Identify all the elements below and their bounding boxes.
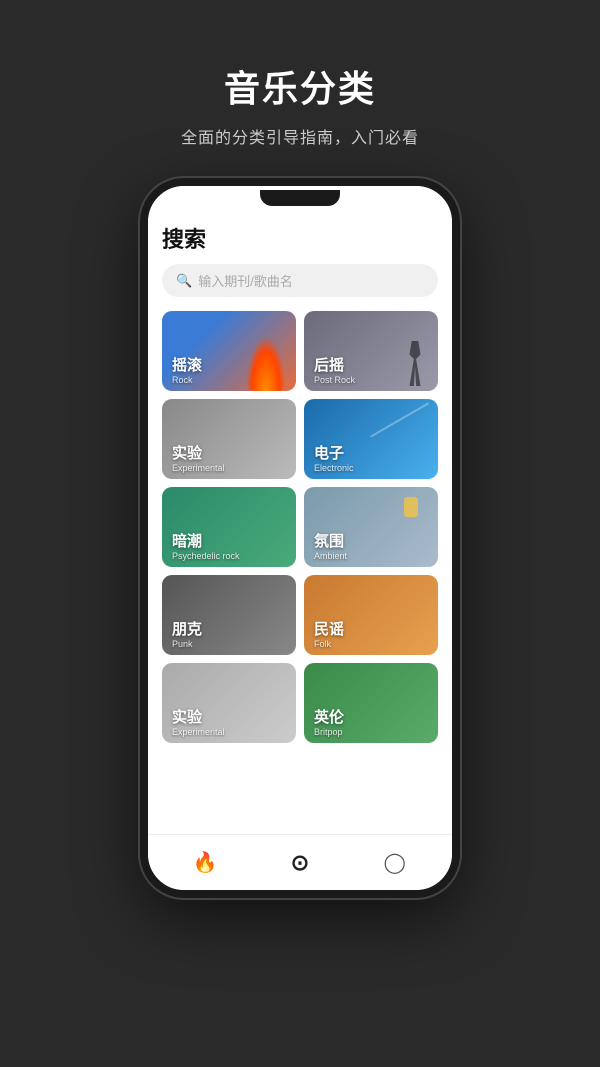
card-chinese-folk: 民谣 <box>314 621 344 639</box>
decorative-line <box>370 402 429 437</box>
card-chinese-ambient: 氛围 <box>314 533 347 551</box>
card-chinese-postrock: 后摇 <box>314 357 355 375</box>
genre-card-postrock[interactable]: 后摇Post Rock <box>304 311 438 391</box>
card-text-ambient: 氛围Ambient <box>314 533 347 561</box>
flame-decoration <box>246 336 286 391</box>
genre-grid: 摇滚Rock后摇Post Rock实验Experimental电子Electro… <box>162 311 438 753</box>
genre-card-experimental2[interactable]: 实验Experimental <box>162 663 296 743</box>
card-english-punk: Punk <box>172 639 202 649</box>
home-icon: 🔥 <box>193 850 218 875</box>
card-text-electronic: 电子Electronic <box>314 445 354 473</box>
card-text-rock: 摇滚Rock <box>172 357 202 385</box>
search-nav-icon: ⊙ <box>291 850 309 876</box>
genre-card-punk[interactable]: 朋克Punk <box>162 575 296 655</box>
card-chinese-experimental: 实验 <box>172 445 225 463</box>
nav-home[interactable]: 🔥 <box>180 843 230 883</box>
page-header: 音乐分类 全面的分类引导指南，入门必看 <box>161 0 439 178</box>
card-english-electronic: Electronic <box>314 463 354 473</box>
lantern-decoration <box>404 497 418 517</box>
phone-screen: 搜索 🔍 输入期刊/歌曲名 摇滚Rock后摇Post Rock实验Experim… <box>148 186 452 890</box>
card-chinese-psychedelic: 暗潮 <box>172 533 240 551</box>
card-english-folk: Folk <box>314 639 344 649</box>
card-text-postrock: 后摇Post Rock <box>314 357 355 385</box>
search-icon: 🔍 <box>176 273 192 289</box>
genre-card-psychedelic[interactable]: 暗潮Psychedelic rock <box>162 487 296 567</box>
card-chinese-electronic: 电子 <box>314 445 354 463</box>
nav-search[interactable]: ⊙ <box>275 843 325 883</box>
card-text-folk: 民谣Folk <box>314 621 344 649</box>
genre-card-electronic[interactable]: 电子Electronic <box>304 399 438 479</box>
search-bar[interactable]: 🔍 输入期刊/歌曲名 <box>162 264 438 297</box>
card-english-postrock: Post Rock <box>314 375 355 385</box>
card-text-punk: 朋克Punk <box>172 621 202 649</box>
profile-icon: ◯ <box>383 850 405 875</box>
card-english-experimental2: Experimental <box>172 727 225 737</box>
card-chinese-punk: 朋克 <box>172 621 202 639</box>
card-text-psychedelic: 暗潮Psychedelic rock <box>172 533 240 561</box>
phone-frame: 搜索 🔍 输入期刊/歌曲名 摇滚Rock后摇Post Rock实验Experim… <box>140 178 460 898</box>
search-placeholder-text: 输入期刊/歌曲名 <box>198 271 293 290</box>
genre-card-experimental[interactable]: 实验Experimental <box>162 399 296 479</box>
card-text-experimental: 实验Experimental <box>172 445 225 473</box>
card-chinese-britpop: 英伦 <box>314 709 344 727</box>
page-title: 音乐分类 <box>181 60 419 112</box>
genre-card-rock[interactable]: 摇滚Rock <box>162 311 296 391</box>
card-text-britpop: 英伦Britpop <box>314 709 344 737</box>
page-subtitle: 全面的分类引导指南，入门必看 <box>181 124 419 148</box>
search-page-header: 搜索 <box>162 222 438 254</box>
bottom-nav: 🔥 ⊙ ◯ <box>148 834 452 890</box>
card-english-rock: Rock <box>172 375 202 385</box>
app-content: 搜索 🔍 输入期刊/歌曲名 摇滚Rock后摇Post Rock实验Experim… <box>148 210 452 834</box>
genre-card-britpop[interactable]: 英伦Britpop <box>304 663 438 743</box>
card-english-psychedelic: Psychedelic rock <box>172 551 240 561</box>
nav-profile[interactable]: ◯ <box>370 843 420 883</box>
card-chinese-rock: 摇滚 <box>172 357 202 375</box>
genre-card-ambient[interactable]: 氛围Ambient <box>304 487 438 567</box>
genre-card-folk[interactable]: 民谣Folk <box>304 575 438 655</box>
notch <box>260 190 340 206</box>
card-english-ambient: Ambient <box>314 551 347 561</box>
status-bar <box>148 186 452 210</box>
card-chinese-experimental2: 实验 <box>172 709 225 727</box>
card-english-britpop: Britpop <box>314 727 344 737</box>
card-english-experimental: Experimental <box>172 463 225 473</box>
person-decoration <box>404 341 426 386</box>
card-text-experimental2: 实验Experimental <box>172 709 225 737</box>
